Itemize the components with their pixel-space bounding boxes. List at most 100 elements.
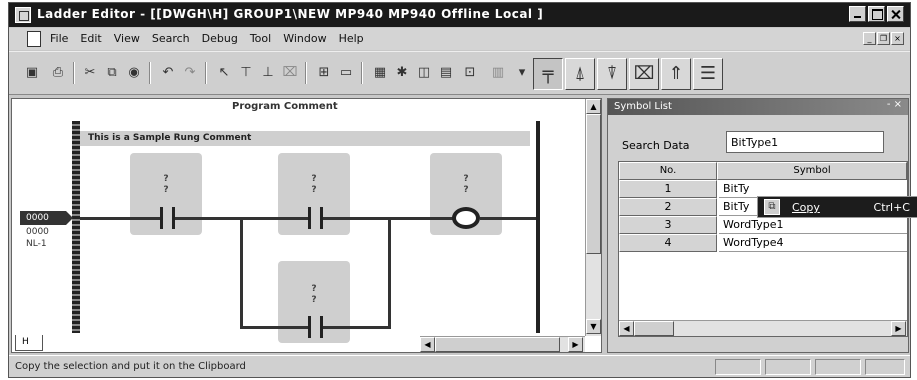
undo-icon[interactable]: ↶ — [159, 64, 177, 82]
table-row-no[interactable]: 3 — [619, 216, 717, 234]
table-row-symbol[interactable]: WordType1 — [719, 216, 907, 234]
rung-number-tag[interactable]: 0000 — [20, 211, 73, 225]
context-menu-copy-label[interactable]: Copy — [792, 201, 820, 214]
minimize-button[interactable] — [849, 6, 866, 22]
branch-contact-left-bar — [308, 316, 311, 338]
symbol-list-panel: Symbol List - × Search Data No. Symbol 1… — [607, 98, 909, 353]
rung-nest-level: NL-1 — [26, 239, 47, 249]
save-icon[interactable]: ▣ — [23, 64, 41, 82]
coil-label: ? — [463, 174, 469, 184]
scroll-h-thumb[interactable] — [634, 321, 674, 336]
branch-wire — [240, 326, 310, 329]
rung-step: 0000 — [26, 227, 49, 237]
menu-search[interactable]: Search — [151, 32, 191, 45]
contact-mode-button[interactable]: ╤ — [533, 58, 563, 90]
output-coil[interactable] — [452, 207, 480, 229]
table-row-no[interactable]: 1 — [619, 180, 717, 198]
mdi-close-button[interactable]: × — [891, 32, 904, 45]
contact-1-label2: ? — [163, 185, 169, 195]
print-icon[interactable]: ⎙ — [49, 64, 67, 82]
document-icon[interactable] — [27, 31, 41, 47]
mdi-minimize-button[interactable]: _ — [863, 32, 876, 45]
ladder-vertical-scrollbar[interactable]: ▲ ▼ — [585, 99, 601, 336]
menu-view[interactable]: View — [113, 32, 141, 45]
sheet-tab[interactable]: H — [15, 335, 43, 351]
toolbar: ▣ ⎙ ✂ ⧉ ◉ ↶ ↷ ↖ ⊤ ⊥ ⌧ ⊞ ▭ ▦ ✱ ◫ ▤ ⊡ ▥ ▾ … — [9, 51, 910, 95]
scroll-right-button[interactable]: ▶ — [568, 337, 583, 352]
menu-file[interactable]: File — [49, 32, 69, 45]
menu-help[interactable]: Help — [338, 32, 365, 45]
title-bar: Ladder Editor - [[DWGH\H] GROUP1\NEW MP9… — [9, 3, 910, 27]
star-icon[interactable]: ✱ — [393, 64, 411, 82]
window-title: Ladder Editor - [[DWGH\H] GROUP1\NEW MP9… — [37, 7, 544, 21]
status-cell — [715, 359, 761, 375]
table-row-no[interactable]: 2 — [619, 198, 717, 216]
panel-icon[interactable]: ▤ — [437, 64, 455, 82]
copy-icon[interactable]: ⧉ — [103, 64, 121, 82]
contact-1-left-bar — [160, 207, 163, 229]
maximize-button[interactable] — [868, 6, 885, 22]
context-menu-copy[interactable]: ⧉ Copy Ctrl+C — [757, 196, 917, 218]
search-data-label: Search Data — [622, 139, 690, 152]
rung-wire — [80, 217, 160, 220]
grid-icon[interactable]: ▦ — [371, 64, 389, 82]
scroll-down-button[interactable]: ▼ — [586, 319, 601, 334]
contact-2-label: ? — [311, 174, 317, 184]
find-icon[interactable]: ⊞ — [315, 64, 333, 82]
column-header-symbol[interactable]: Symbol — [717, 162, 907, 180]
scroll-right-button[interactable]: ▶ — [891, 321, 906, 336]
branch-contact-label: ? — [311, 284, 317, 294]
close-button[interactable] — [887, 6, 904, 22]
mdi-restore-button[interactable]: ❐ — [877, 32, 890, 45]
paste-icon[interactable]: ◉ — [125, 64, 143, 82]
symbol-table-h-scrollbar[interactable]: ◀ ▶ — [619, 320, 907, 336]
monitor-icon[interactable]: ▭ — [337, 64, 355, 82]
ladder-editor-panel[interactable]: Program Comment This is a Sample Rung Co… — [11, 98, 602, 353]
list-button[interactable]: ☰ — [693, 58, 723, 90]
scroll-thumb[interactable] — [586, 114, 601, 254]
coil-label2: ? — [463, 185, 469, 195]
shift-button[interactable]: ⇑ — [661, 58, 691, 90]
branch-wire — [240, 217, 243, 329]
menu-tool[interactable]: Tool — [249, 32, 272, 45]
window-icon[interactable]: ◫ — [415, 64, 433, 82]
scroll-h-thumb[interactable] — [435, 337, 560, 352]
menu-debug[interactable]: Debug — [201, 32, 239, 45]
coil-icon[interactable]: ⊥ — [259, 64, 277, 82]
search-data-input[interactable] — [726, 131, 884, 153]
ladder-horizontal-scrollbar[interactable]: ◀ ▶ — [420, 336, 585, 352]
compare-button[interactable]: ⌧ — [629, 58, 659, 90]
symbol-table: No. Symbol 1 BitTy 2 BitTy 3 WordType1 4… — [618, 161, 908, 337]
branch-up-button[interactable]: ⍋ — [565, 58, 595, 90]
delete-icon[interactable]: ⌧ — [281, 64, 299, 82]
lock-icon[interactable]: ▥ — [489, 64, 507, 82]
zoom-icon[interactable]: ⊡ — [461, 64, 479, 82]
status-cell — [815, 359, 861, 375]
branch-down-button[interactable]: ⍒ — [597, 58, 627, 90]
status-cell — [865, 359, 905, 375]
redo-icon[interactable]: ↷ — [181, 64, 199, 82]
menu-edit[interactable]: Edit — [79, 32, 102, 45]
menu-window[interactable]: Window — [282, 32, 327, 45]
right-power-rail — [536, 121, 540, 333]
cut-icon[interactable]: ✂ — [81, 64, 99, 82]
branch-wire — [388, 217, 391, 329]
table-row-symbol[interactable]: WordType4 — [719, 234, 907, 252]
app-icon[interactable] — [15, 7, 31, 23]
select-icon[interactable]: ↖ — [215, 64, 233, 82]
copy-icon: ⧉ — [764, 199, 780, 215]
menu-bar: File Edit View Search Debug Tool Window … — [9, 28, 910, 50]
rung-comment[interactable]: This is a Sample Rung Comment — [80, 131, 530, 146]
contact-icon[interactable]: ⊤ — [237, 64, 255, 82]
table-row-no[interactable]: 4 — [619, 234, 717, 252]
column-header-no[interactable]: No. — [619, 162, 717, 180]
dropdown-icon[interactable]: ▾ — [513, 64, 531, 82]
program-comment[interactable]: Program Comment — [232, 101, 338, 112]
scroll-left-button[interactable]: ◀ — [619, 321, 634, 336]
contact-1-label: ? — [163, 174, 169, 184]
scroll-left-button[interactable]: ◀ — [420, 337, 435, 352]
scroll-up-button[interactable]: ▲ — [586, 99, 601, 114]
status-bar: Copy the selection and put it on the Cli… — [9, 355, 910, 377]
panel-close-icon[interactable]: - × — [887, 99, 902, 110]
context-menu-shortcut: Ctrl+C — [873, 201, 910, 214]
